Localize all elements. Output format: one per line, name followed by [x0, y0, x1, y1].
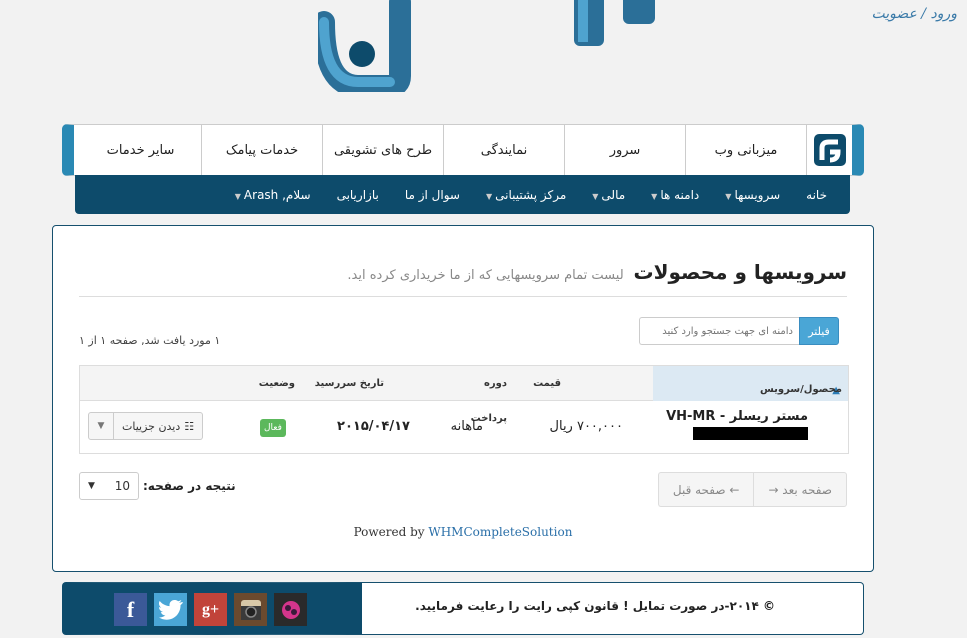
main-nav: میزبانی وب سرور نمایندگی طرح های تشویقی … [62, 124, 864, 176]
register-link[interactable]: عضویت [871, 6, 916, 22]
due-date-cell: ۲۰۱۵/۰۴/۱۷ [337, 419, 410, 434]
login-link[interactable]: ورود [930, 6, 957, 22]
status-badge: فعال [260, 419, 286, 437]
product-name: مستر ریسلر - VH-MR [666, 409, 808, 424]
caret-down-icon: ▼ [651, 191, 658, 201]
nav-item-other-services[interactable]: سایر خدمات [80, 125, 201, 175]
subnav-domains-label: دامنه ها [660, 187, 700, 202]
facebook-icon[interactable]: f [114, 593, 147, 626]
view-details-button[interactable]: ☷ دیدن جزییات [114, 412, 204, 440]
subnav-affiliates-label: بازاریابی [336, 187, 379, 202]
col-price[interactable]: قیمت [533, 366, 561, 401]
view-details-label: دیدن جزییات [122, 419, 181, 433]
subnav-account[interactable]: سلام, Arash▼ [222, 188, 324, 202]
nav-item-promotions[interactable]: طرح های تشویقی [322, 125, 443, 175]
subnav-billing-label: مالی [601, 187, 626, 202]
google-plus-icon[interactable]: g+ [194, 593, 227, 626]
subnav-contact-label: سوال از ما [404, 187, 460, 202]
redacted-domain [693, 427, 808, 440]
subnav-support-label: مرکز پشتیبانی [495, 187, 567, 202]
divider [79, 296, 847, 297]
chevron-down-icon: ▼ [88, 481, 95, 491]
social-links: f g+ [114, 593, 307, 626]
per-page-label: نتیجه در صفحه: [143, 479, 236, 493]
caret-down-icon: ▼ [592, 191, 599, 201]
table-row[interactable]: مستر ریسلر - VH-MR ۷۰۰,۰۰۰ ریال ماهانه ۲… [80, 401, 848, 453]
nav-item-web-hosting[interactable]: میزبانی وب [685, 125, 806, 175]
subnav-support[interactable]: مرکز پشتیبانی▼ [473, 188, 579, 202]
caret-down-icon: ▼ [234, 191, 241, 201]
chevron-down-icon: ▼ [97, 421, 105, 431]
nav-logo-icon[interactable] [806, 125, 852, 175]
twitter-icon[interactable] [154, 593, 187, 626]
subnav-affiliates[interactable]: بازاریابی [324, 188, 392, 202]
page-heading: سرویسها و محصولات لیست تمام سرویسهایی که… [347, 260, 847, 284]
pagination: صفحه بعد → ← صفحه قبل [657, 472, 847, 507]
auth-separator: / [921, 6, 927, 22]
price-cell: ۷۰۰,۰۰۰ ریال [549, 419, 623, 434]
col-due-date[interactable]: تاریخ سررسید [315, 366, 384, 401]
nav-item-reseller[interactable]: نمایندگی [443, 125, 564, 175]
caret-down-icon: ▼ [725, 191, 732, 201]
page-subtitle: لیست تمام سرویسهایی که از ما خریداری کرد… [347, 268, 624, 283]
filter-form: فیلتر [629, 317, 839, 345]
footer: © ۲۰۱۴-در صورت تمایل ! قانون کپی رایت را… [62, 582, 864, 635]
subnav-contact[interactable]: سوال از ما [392, 188, 473, 202]
sub-nav: خانه سرویسها▼ دامنه ها▼ مالی▼ مرکز پشتیب… [75, 175, 850, 214]
subnav-home-label: خانه [806, 187, 827, 202]
site-logo[interactable] [318, 0, 658, 92]
page-title: سرویسها و محصولات [633, 260, 847, 284]
subnav-account-label: سلام, Arash [243, 187, 311, 202]
powered-by: Powered by WHMCompleteSolution [53, 525, 873, 539]
services-table: ▲ محصول/سرویس قیمت دوره پرداخت تاریخ سرر… [79, 365, 849, 454]
prev-page-button[interactable]: ← صفحه قبل [657, 472, 754, 507]
nav-item-server[interactable]: سرور [564, 125, 685, 175]
per-page-value: 10 [114, 479, 130, 493]
subnav-home[interactable]: خانه [793, 188, 840, 202]
next-page-button[interactable]: صفحه بعد → [753, 472, 847, 507]
instagram-icon[interactable] [234, 593, 267, 626]
auth-links: ورود / عضویت [871, 6, 957, 22]
col-status[interactable]: وضعیت [259, 366, 295, 401]
billing-cycle-cell: ماهانه [450, 419, 483, 434]
col-product[interactable]: ▲ محصول/سرویس [653, 366, 848, 401]
results-count: ۱ مورد یافت شد, صفحه ۱ از ۱ [79, 334, 221, 347]
powered-by-prefix: Powered by [353, 525, 425, 539]
services-panel: سرویسها و محصولات لیست تمام سرویسهایی که… [52, 225, 874, 572]
whmcs-link[interactable]: WHMCompleteSolution [428, 525, 572, 539]
nav-item-sms[interactable]: خدمات پیامک [201, 125, 322, 175]
caret-down-icon: ▼ [485, 191, 493, 201]
subnav-billing[interactable]: مالی▼ [579, 188, 638, 202]
flickr-icon[interactable] [274, 593, 307, 626]
col-billing-cycle[interactable]: دوره پرداخت [447, 366, 507, 424]
subnav-services[interactable]: سرویسها▼ [712, 188, 793, 202]
list-icon: ☷ [184, 419, 195, 433]
actions-button-group: ▼ ☷ دیدن جزییات [88, 412, 204, 440]
copyright-text: © ۲۰۱۴-در صورت تمایل ! قانون کپی رایت را… [415, 599, 775, 613]
per-page-control: نتیجه در صفحه: ▼ 10 [79, 472, 236, 500]
per-page-select[interactable]: ▼ 10 [79, 472, 139, 500]
table-header: ▲ محصول/سرویس قیمت دوره پرداخت تاریخ سرر… [80, 366, 848, 424]
filter-button[interactable]: فیلتر [799, 317, 839, 345]
actions-dropdown-toggle[interactable]: ▼ [88, 412, 114, 440]
subnav-domains[interactable]: دامنه ها▼ [638, 188, 712, 202]
domain-search-input[interactable] [639, 317, 799, 345]
product-cell: مستر ریسلر - VH-MR [666, 409, 808, 440]
subnav-services-label: سرویسها [734, 187, 781, 202]
